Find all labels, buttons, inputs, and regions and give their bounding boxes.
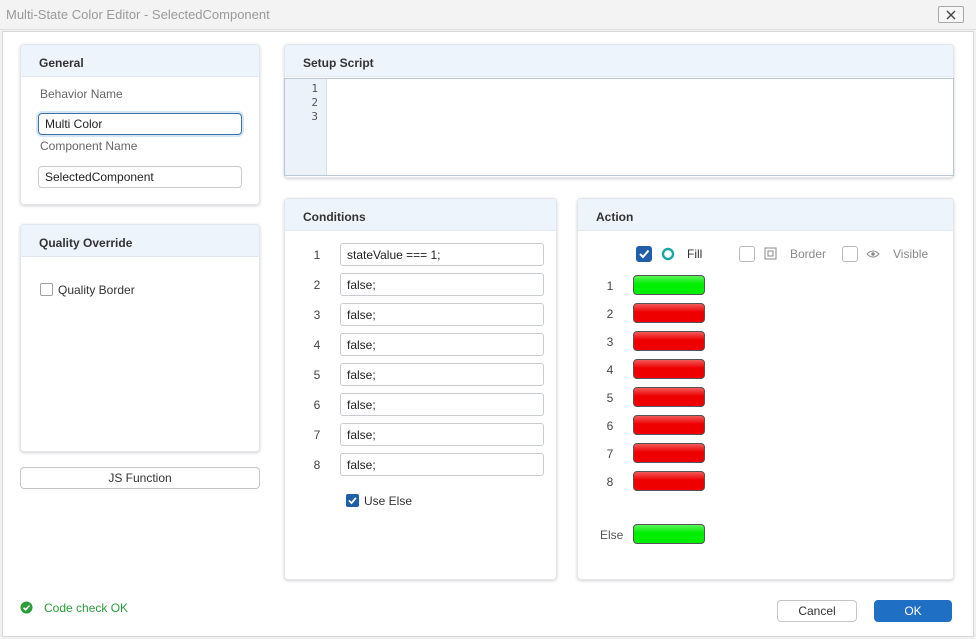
visible-label: Visible: [893, 247, 929, 261]
fill-color-swatch[interactable]: [633, 387, 705, 407]
condition-input[interactable]: false;: [340, 363, 544, 386]
action-row-number: 7: [606, 447, 614, 461]
action-row-number: 6: [606, 419, 614, 433]
line-number: 2: [311, 96, 318, 109]
action-row-number: 3: [606, 335, 614, 349]
fill-color-swatch[interactable]: [633, 331, 705, 351]
condition-row-number: 4: [313, 338, 321, 352]
action-row-number: 8: [606, 475, 614, 489]
condition-input[interactable]: false;: [340, 303, 544, 326]
fill-color-swatch[interactable]: [633, 471, 705, 491]
cancel-button[interactable]: Cancel: [777, 600, 857, 622]
js-function-button[interactable]: JS Function: [20, 467, 260, 489]
condition-row-number: 3: [313, 308, 321, 322]
close-button[interactable]: [938, 6, 964, 23]
condition-row-number: 6: [313, 398, 321, 412]
quality-border-checkbox[interactable]: [40, 283, 53, 296]
line-number: 1: [311, 82, 318, 95]
component-name-label: Component Name: [40, 139, 138, 153]
condition-input[interactable]: stateValue === 1;: [340, 243, 544, 266]
border-checkbox[interactable]: [739, 246, 755, 262]
fill-checkbox[interactable]: [636, 246, 652, 262]
use-else-label: Use Else: [364, 494, 413, 508]
fill-color-swatch[interactable]: [633, 443, 705, 463]
condition-row-number: 1: [313, 248, 321, 262]
conditions-header: Conditions: [285, 199, 556, 231]
check-icon: [348, 497, 357, 505]
check-icon: [639, 249, 650, 259]
quality-border-label: Quality Border: [58, 283, 135, 297]
action-row-number: 1: [606, 279, 614, 293]
condition-row-number: 2: [313, 278, 321, 292]
condition-input[interactable]: false;: [340, 333, 544, 356]
ok-button[interactable]: OK: [874, 600, 952, 622]
fill-color-swatch[interactable]: [633, 303, 705, 323]
condition-input[interactable]: false;: [340, 393, 544, 416]
condition-input[interactable]: false;: [340, 453, 544, 476]
close-icon: [946, 10, 956, 19]
behavior-name-label: Behavior Name: [40, 87, 123, 101]
visible-checkbox[interactable]: [842, 246, 858, 262]
component-name-input[interactable]: [38, 166, 242, 188]
setup-script-header: Setup Script: [285, 45, 953, 77]
line-number: 3: [311, 110, 318, 123]
line-number-gutter: 1 2 3: [285, 79, 327, 175]
setup-script-editor[interactable]: 1 2 3: [284, 78, 954, 176]
fill-color-swatch[interactable]: [633, 275, 705, 295]
else-color-swatch[interactable]: [633, 524, 705, 544]
action-row-number: 2: [606, 307, 614, 321]
border-icon: [764, 247, 777, 260]
fill-label: Fill: [687, 247, 703, 261]
title-bar: Multi-State Color Editor - SelectedCompo…: [0, 0, 976, 30]
fill-color-swatch[interactable]: [633, 359, 705, 379]
else-label: Else: [600, 528, 624, 542]
general-header: General: [21, 45, 259, 77]
eye-icon: [866, 250, 880, 258]
action-row-number: 4: [606, 363, 614, 377]
action-header: Action: [578, 199, 953, 231]
condition-row-number: 8: [313, 458, 321, 472]
condition-input[interactable]: false;: [340, 273, 544, 296]
fill-color-swatch[interactable]: [633, 415, 705, 435]
condition-input[interactable]: false;: [340, 423, 544, 446]
code-check-status: Code check OK: [44, 601, 129, 615]
behavior-name-input[interactable]: [38, 113, 242, 135]
action-row-number: 5: [606, 391, 614, 405]
quality-override-panel: Quality Override: [20, 224, 260, 452]
quality-override-header: Quality Override: [21, 225, 259, 257]
condition-row-number: 5: [313, 368, 321, 382]
window-title: Multi-State Color Editor - SelectedCompo…: [6, 7, 270, 22]
use-else-checkbox[interactable]: [346, 494, 359, 507]
condition-row-number: 7: [313, 428, 321, 442]
check-circle-icon: [20, 601, 33, 614]
border-label: Border: [790, 247, 827, 261]
fill-icon: [661, 247, 675, 261]
